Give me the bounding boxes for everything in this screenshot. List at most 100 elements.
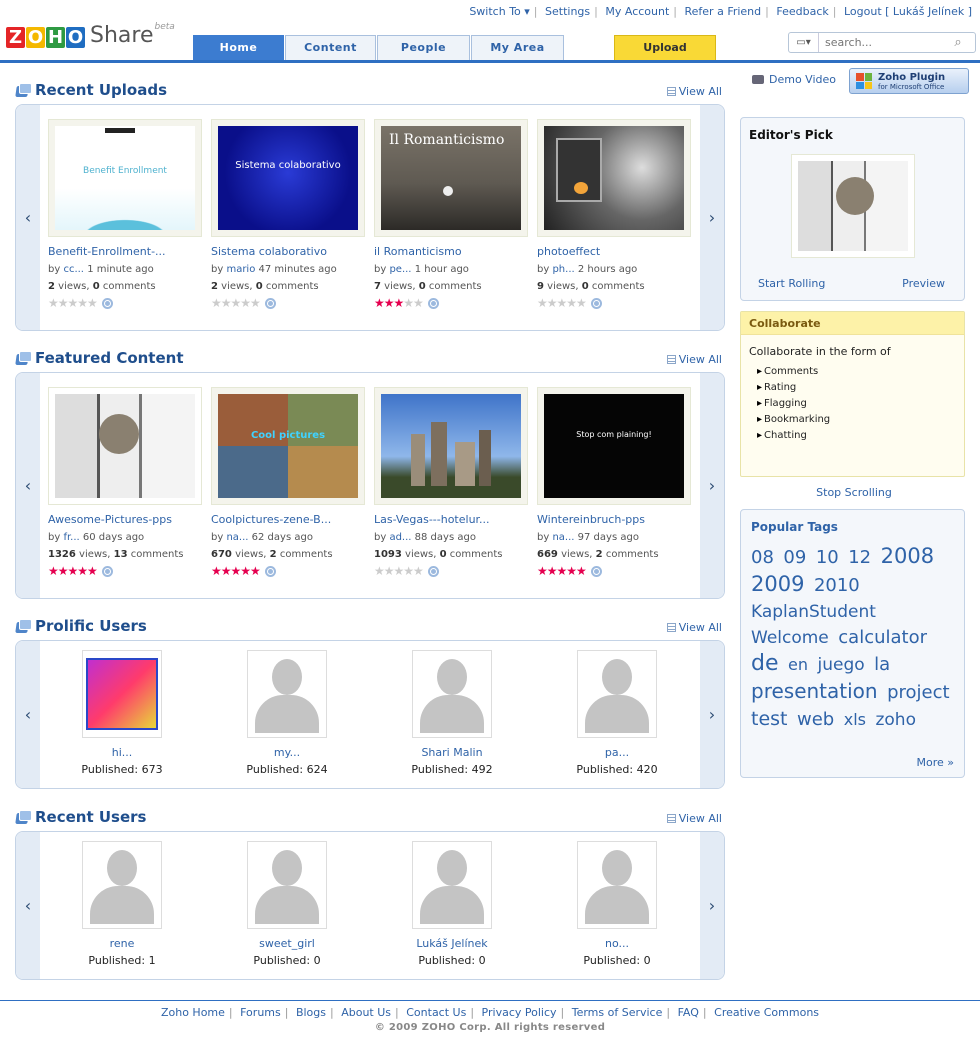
featured-title[interactable]: Awesome-Pictures-pps [48, 513, 208, 526]
tag-link[interactable]: 09 [783, 547, 806, 568]
author-link[interactable]: na... [226, 532, 248, 543]
embed-icon[interactable] [590, 297, 602, 309]
carousel-prev-button[interactable]: ‹ [16, 105, 40, 330]
avatar[interactable] [412, 650, 492, 738]
demo-video-link[interactable]: Demo Video [752, 73, 836, 86]
embed-icon[interactable] [427, 565, 439, 577]
tag-link[interactable]: KaplanStudent [751, 602, 876, 622]
embed-icon[interactable] [101, 297, 113, 309]
carousel-prev-button[interactable]: ‹ [16, 832, 40, 979]
featured-thumbnail[interactable]: Stop com plaining! [537, 387, 691, 505]
embed-icon[interactable] [264, 565, 276, 577]
tag-link[interactable]: 2008 [881, 544, 934, 568]
recent-users-view-all[interactable]: View All [666, 812, 722, 825]
avatar[interactable] [247, 841, 327, 929]
tag-link[interactable]: 10 [816, 547, 839, 568]
footer-link[interactable]: Privacy Policy [482, 1006, 557, 1019]
tab-home[interactable]: Home [193, 35, 284, 60]
author-link[interactable]: ph... [552, 264, 574, 275]
upload-title[interactable]: il Romanticismo [374, 245, 534, 258]
user-name[interactable]: Lukáš Jelínek [377, 937, 527, 950]
user-name[interactable]: Shari Malin [377, 746, 527, 759]
tab-content[interactable]: Content [285, 35, 376, 60]
tag-link[interactable]: de [751, 651, 779, 676]
tag-link[interactable]: project [887, 682, 949, 703]
rating-stars[interactable]: ★★★★★ [374, 296, 424, 310]
settings-link[interactable]: Settings [545, 5, 590, 18]
featured-view-all[interactable]: View All [666, 353, 722, 366]
avatar[interactable] [412, 841, 492, 929]
footer-link[interactable]: Blogs [296, 1006, 326, 1019]
author-link[interactable]: mario [226, 264, 255, 275]
tag-link[interactable]: xls [844, 710, 866, 729]
tag-link[interactable]: 2009 [751, 572, 804, 596]
zoho-plugin-button[interactable]: Zoho Plugin for Microsoft Office [849, 68, 969, 94]
user-name[interactable]: my... [212, 746, 362, 759]
my-account-link[interactable]: My Account [605, 5, 669, 18]
author-link[interactable]: ad... [389, 532, 411, 543]
embed-icon[interactable] [427, 297, 439, 309]
tag-link[interactable]: test [751, 708, 788, 730]
tag-link[interactable]: la [874, 654, 890, 675]
author-link[interactable]: fr... [63, 532, 79, 543]
featured-thumbnail[interactable] [374, 387, 528, 505]
user-name[interactable]: sweet_girl [212, 937, 362, 950]
rating-stars[interactable]: ★★★★★ [48, 296, 98, 310]
featured-title[interactable]: Coolpictures-zene-B... [211, 513, 371, 526]
search-icon[interactable]: ⌕ [947, 35, 969, 50]
rating-stars[interactable]: ★★★★★ [211, 564, 261, 578]
carousel-prev-button[interactable]: ‹ [16, 373, 40, 598]
upload-button[interactable]: Upload [614, 35, 716, 60]
tag-link[interactable]: 12 [848, 547, 871, 568]
author-link[interactable]: na... [552, 532, 574, 543]
tag-link[interactable]: zoho [875, 710, 916, 730]
embed-icon[interactable] [101, 565, 113, 577]
search-type-dropdown[interactable]: ▭▾ [789, 33, 819, 52]
tab-my-area[interactable]: My Area [471, 35, 564, 60]
tag-link[interactable]: calculator [838, 627, 927, 648]
refer-friend-link[interactable]: Refer a Friend [685, 5, 762, 18]
featured-title[interactable]: Wintereinbruch-pps [537, 513, 697, 526]
tag-link[interactable]: en [788, 655, 808, 674]
tab-people[interactable]: People [377, 35, 470, 60]
start-rolling-link[interactable]: Start Rolling [758, 277, 825, 290]
preview-link[interactable]: Preview [902, 277, 945, 290]
recent-uploads-view-all[interactable]: View All [666, 85, 722, 98]
tag-link[interactable]: juego [817, 655, 864, 675]
rating-stars[interactable]: ★★★★★ [537, 564, 587, 578]
embed-icon[interactable] [590, 565, 602, 577]
carousel-prev-button[interactable]: ‹ [16, 641, 40, 788]
logout-link[interactable]: Logout [ Lukáš Jelínek ] [844, 5, 972, 18]
prolific-view-all[interactable]: View All [666, 621, 722, 634]
upload-thumbnail[interactable]: Benefit Enrollment [48, 119, 202, 237]
featured-title[interactable]: Las-Vegas---hotelur... [374, 513, 534, 526]
footer-link[interactable]: Zoho Home [161, 1006, 225, 1019]
tag-link[interactable]: 2010 [814, 575, 860, 596]
tag-link[interactable]: Welcome [751, 628, 829, 648]
upload-title[interactable]: Sistema colaborativo [211, 245, 371, 258]
carousel-next-button[interactable]: › [700, 832, 724, 979]
carousel-next-button[interactable]: › [700, 641, 724, 788]
author-link[interactable]: pe... [389, 264, 411, 275]
upload-title[interactable]: Benefit-Enrollment-... [48, 245, 208, 258]
featured-thumbnail[interactable]: Cool pictures [211, 387, 365, 505]
avatar[interactable] [577, 841, 657, 929]
author-link[interactable]: cc... [63, 264, 84, 275]
switch-to-link[interactable]: Switch To ▾ [469, 5, 529, 18]
upload-thumbnail[interactable]: Il Romanticismo [374, 119, 528, 237]
rating-stars[interactable]: ★★★★★ [537, 296, 587, 310]
footer-link[interactable]: FAQ [678, 1006, 699, 1019]
avatar[interactable] [247, 650, 327, 738]
avatar[interactable] [82, 841, 162, 929]
user-name[interactable]: no... [542, 937, 692, 950]
footer-link[interactable]: Terms of Service [572, 1006, 663, 1019]
carousel-next-button[interactable]: › [700, 373, 724, 598]
avatar[interactable] [577, 650, 657, 738]
user-name[interactable]: hi... [47, 746, 197, 759]
tag-link[interactable]: 08 [751, 547, 774, 568]
user-name[interactable]: rene [47, 937, 197, 950]
search-input[interactable] [819, 33, 947, 52]
upload-thumbnail[interactable]: Sistema colaborativo [211, 119, 365, 237]
user-name[interactable]: pa... [542, 746, 692, 759]
upload-thumbnail[interactable] [537, 119, 691, 237]
